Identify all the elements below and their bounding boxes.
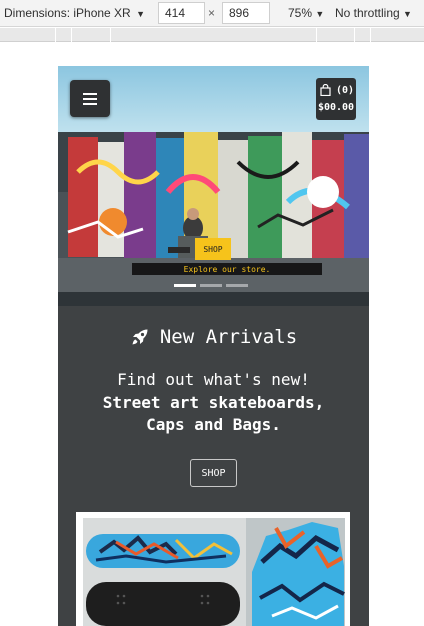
hero-caption: Explore our store.: [132, 263, 322, 275]
media-query-ruler[interactable]: [0, 28, 424, 42]
width-input[interactable]: [158, 2, 205, 24]
devtools-device-toolbar: Dimensions: iPhone XR ▼ × 75% ▼ No throt…: [0, 0, 424, 27]
dimension-separator: ×: [208, 6, 216, 20]
hero-carousel[interactable]: SHOP Explore our store.: [58, 132, 369, 306]
carousel-indicators: [174, 284, 258, 288]
chevron-down-icon: ▼: [403, 9, 412, 19]
graffiti-skateboarder-photo: [58, 132, 369, 306]
site-header: (0) $00.00: [58, 66, 369, 132]
new-arrivals-heading: New Arrivals: [58, 324, 369, 350]
cart-count: (0): [335, 84, 354, 96]
rocket-icon: [132, 329, 148, 345]
subtitle-line-2: Street art skateboards, Caps and Bags.: [58, 392, 369, 436]
carousel-indicator[interactable]: [226, 284, 248, 287]
device-viewport: (0) $00.00 SHOP Explore our store. New A…: [58, 66, 369, 626]
chevron-down-icon: ▼: [315, 9, 325, 19]
subtitle-line-3-text: Caps and Bags.: [146, 415, 281, 434]
device-label: Dimensions: iPhone XR: [4, 6, 131, 20]
cart-button[interactable]: (0) $00.00: [316, 78, 356, 120]
device-dropdown[interactable]: Dimensions: iPhone XR ▼: [4, 6, 145, 20]
throttling-label: No throttling: [335, 6, 400, 20]
graffiti-skateboard-decks-photo: [76, 512, 350, 626]
subtitle-line-1: Find out what's new!: [117, 370, 310, 389]
new-arrivals-title: New Arrivals: [159, 326, 298, 348]
shopping-bag-icon: [320, 84, 331, 96]
zoom-label: 75%: [288, 6, 313, 20]
carousel-indicator[interactable]: [200, 284, 222, 287]
height-input[interactable]: [222, 2, 270, 24]
product-card[interactable]: [76, 512, 350, 626]
subtitle-line-2-text: Street art skateboards,: [102, 393, 325, 412]
new-arrivals-section: New Arrivals Find out what's new! Street…: [58, 306, 369, 626]
menu-button[interactable]: [70, 80, 110, 117]
cart-total: $00.00: [317, 102, 355, 113]
carousel-indicator[interactable]: [174, 284, 196, 287]
chevron-down-icon: ▼: [136, 9, 145, 19]
hero-shop-button[interactable]: SHOP: [195, 238, 231, 260]
new-arrivals-shop-button[interactable]: SHOP: [190, 459, 237, 487]
throttling-dropdown[interactable]: No throttling ▼: [335, 6, 412, 20]
zoom-dropdown[interactable]: 75% ▼: [288, 6, 324, 20]
